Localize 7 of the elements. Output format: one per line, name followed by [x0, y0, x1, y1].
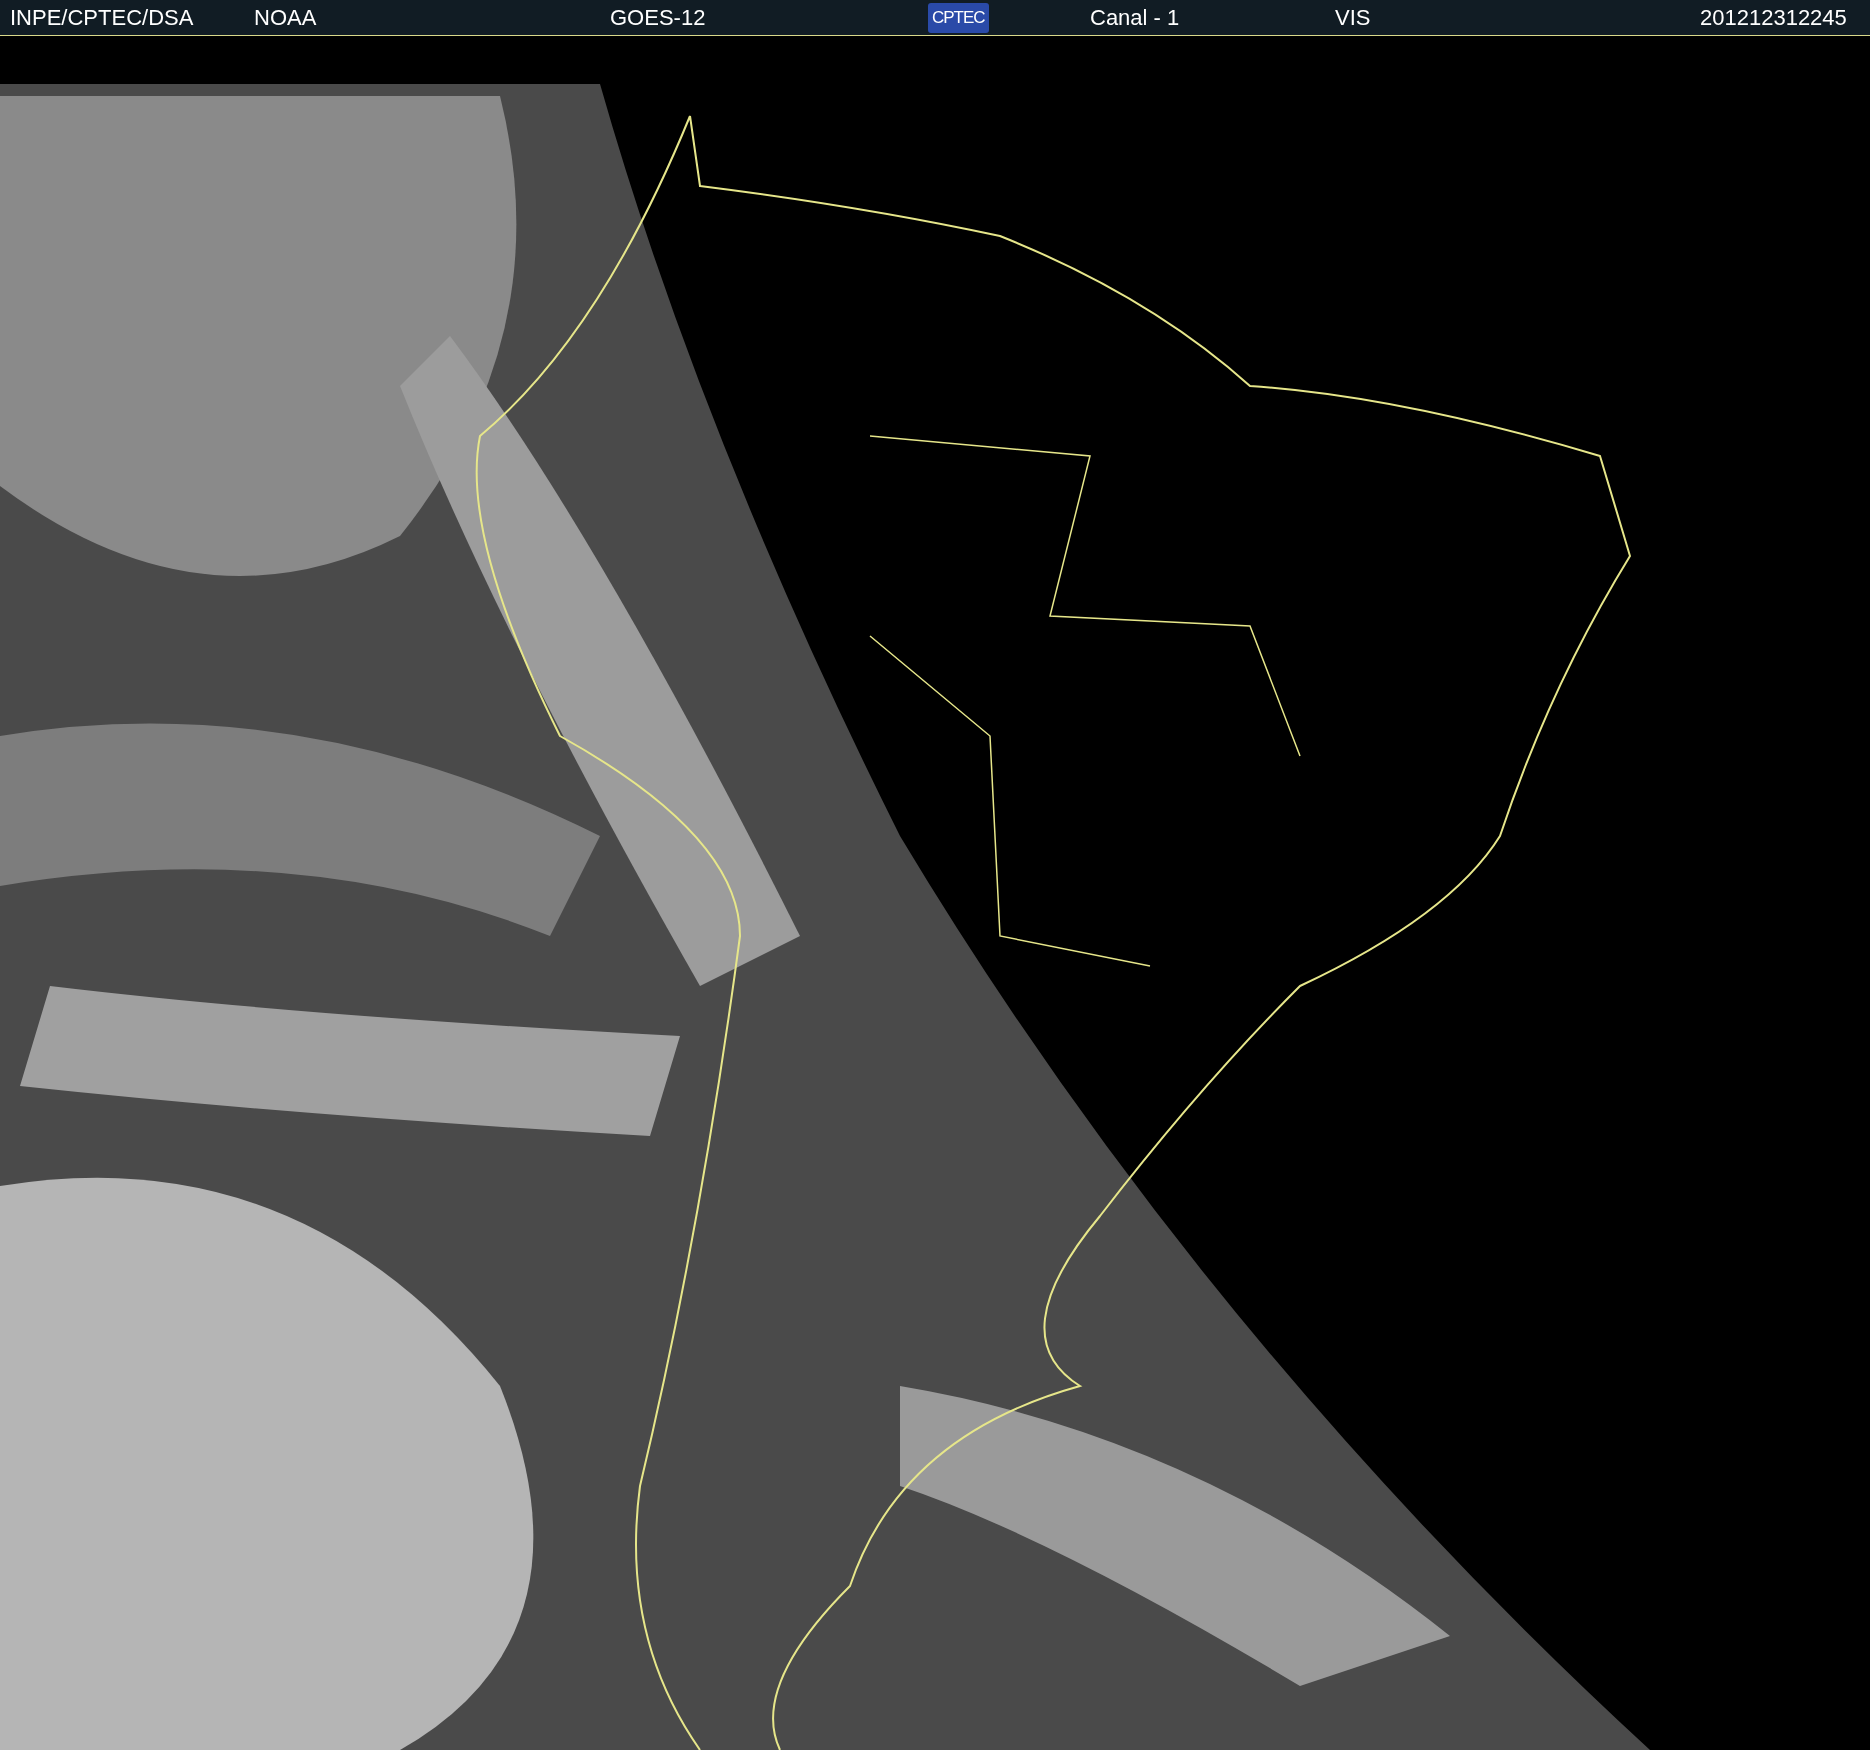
satellite-label: GOES-12 — [610, 4, 706, 31]
logo: CPTEC — [928, 2, 989, 33]
source-label: INPE/CPTEC/DSA — [10, 4, 194, 31]
agency-label: NOAA — [254, 4, 317, 31]
channel-label: Canal - 1 — [1090, 4, 1180, 31]
timestamp-label: 201212312245 — [1700, 4, 1847, 31]
band-label: VIS — [1335, 4, 1371, 31]
